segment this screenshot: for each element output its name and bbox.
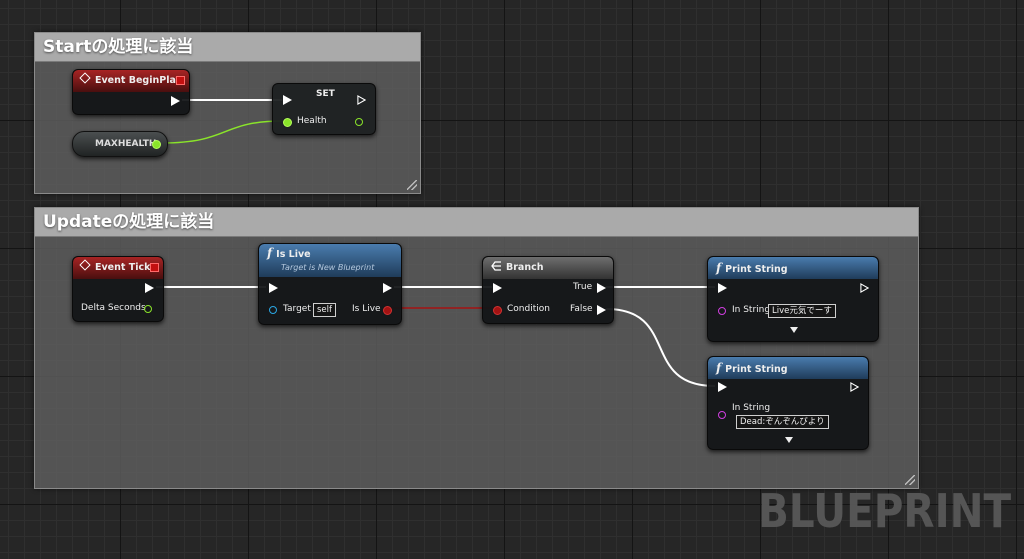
- node-header[interactable]: f Is Live Target is New Blueprint: [259, 244, 401, 277]
- function-f-icon: f: [716, 261, 722, 275]
- maxhealth-out-pin[interactable]: [152, 140, 161, 149]
- target-self-field[interactable]: self: [313, 303, 337, 317]
- in-string-field[interactable]: Live元気でーす: [768, 304, 836, 318]
- delta-seconds-out-pin[interactable]: [144, 305, 152, 313]
- true-exec-out-pin[interactable]: [597, 283, 606, 293]
- health-in-pin[interactable]: [283, 118, 292, 127]
- exec-in-pin[interactable]: [718, 382, 727, 392]
- pin-label-health: Health: [297, 116, 327, 126]
- node-title: SET: [316, 89, 335, 99]
- node-header[interactable]: Branch: [483, 257, 613, 279]
- exec-in-pin[interactable]: [718, 283, 727, 293]
- node-print-string-false[interactable]: f Print String In String Dead:ぞんぞんびより: [707, 356, 869, 450]
- pin-label-in-string: In String: [732, 403, 771, 413]
- in-string-field[interactable]: Dead:ぞんぞんびより: [736, 415, 829, 429]
- false-exec-out-pin[interactable]: [597, 305, 606, 315]
- node-title: Branch: [506, 262, 544, 273]
- function-f-icon: f: [716, 361, 722, 375]
- exec-in-pin[interactable]: [283, 95, 292, 105]
- node-is-live[interactable]: f Is Live Target is New Blueprint Target …: [258, 243, 402, 325]
- node-print-string-true[interactable]: f Print String In String Live元気でーす: [707, 256, 879, 342]
- delegate-square-icon[interactable]: [176, 76, 185, 85]
- node-title: Event Tick: [95, 262, 151, 273]
- node-set[interactable]: SET Health: [272, 83, 376, 135]
- wire-exec-false-print: [605, 308, 716, 387]
- delegate-square-icon[interactable]: [150, 263, 159, 272]
- node-header[interactable]: Event BeginPlay: [73, 70, 189, 92]
- exec-out-pin[interactable]: [860, 283, 869, 293]
- node-header[interactable]: f Print String: [708, 257, 878, 279]
- expand-arrow-icon[interactable]: [790, 327, 798, 333]
- branch-icon: [491, 261, 501, 271]
- node-maxhealth-getter[interactable]: MAXHEALTH: [72, 131, 168, 157]
- in-string-pin[interactable]: [718, 307, 726, 315]
- node-event-beginplay[interactable]: Event BeginPlay: [72, 69, 190, 115]
- node-title: Is Live: [276, 249, 311, 260]
- event-diamond-icon: [79, 72, 91, 84]
- pin-label-true: True: [573, 282, 593, 292]
- node-branch[interactable]: Branch True Condition False: [482, 256, 614, 324]
- pin-label-in-string: In String: [732, 305, 771, 315]
- in-string-pin[interactable]: [718, 411, 726, 419]
- exec-in-pin[interactable]: [493, 283, 502, 293]
- wire-maxhealth-health: [161, 120, 284, 144]
- event-diamond-icon: [79, 259, 91, 271]
- exec-out-pin[interactable]: [383, 283, 392, 293]
- node-title: Print String: [725, 264, 788, 275]
- health-out-pin[interactable]: [355, 118, 363, 126]
- pin-label-delta-seconds: Delta Seconds: [81, 303, 146, 313]
- blueprint-watermark: BLUEPRINT: [758, 484, 1012, 538]
- node-event-tick[interactable]: Event Tick Delta Seconds: [72, 256, 164, 322]
- pin-label-condition: Condition: [507, 304, 550, 314]
- pin-label-false: False: [570, 304, 593, 314]
- pin-label-is-live: Is Live: [352, 304, 381, 314]
- node-title: Print String: [725, 364, 788, 375]
- variable-label: MAXHEALTH: [95, 139, 157, 149]
- exec-out-pin[interactable]: [145, 283, 154, 293]
- target-in-pin[interactable]: [269, 306, 277, 314]
- node-title: Event BeginPlay: [95, 75, 182, 86]
- node-header[interactable]: f Print String: [708, 357, 868, 379]
- node-subtitle: Target is New Blueprint: [281, 263, 375, 272]
- pin-label-target: Target: [283, 304, 311, 314]
- function-f-icon: f: [267, 246, 273, 260]
- exec-out-pin[interactable]: [850, 382, 859, 392]
- is-live-out-pin[interactable]: [383, 306, 392, 315]
- expand-arrow-icon[interactable]: [785, 437, 793, 443]
- exec-out-pin[interactable]: [171, 96, 180, 106]
- node-header[interactable]: Event Tick: [73, 257, 163, 279]
- exec-out-pin[interactable]: [357, 95, 366, 105]
- condition-in-pin[interactable]: [493, 306, 502, 315]
- exec-in-pin[interactable]: [269, 283, 278, 293]
